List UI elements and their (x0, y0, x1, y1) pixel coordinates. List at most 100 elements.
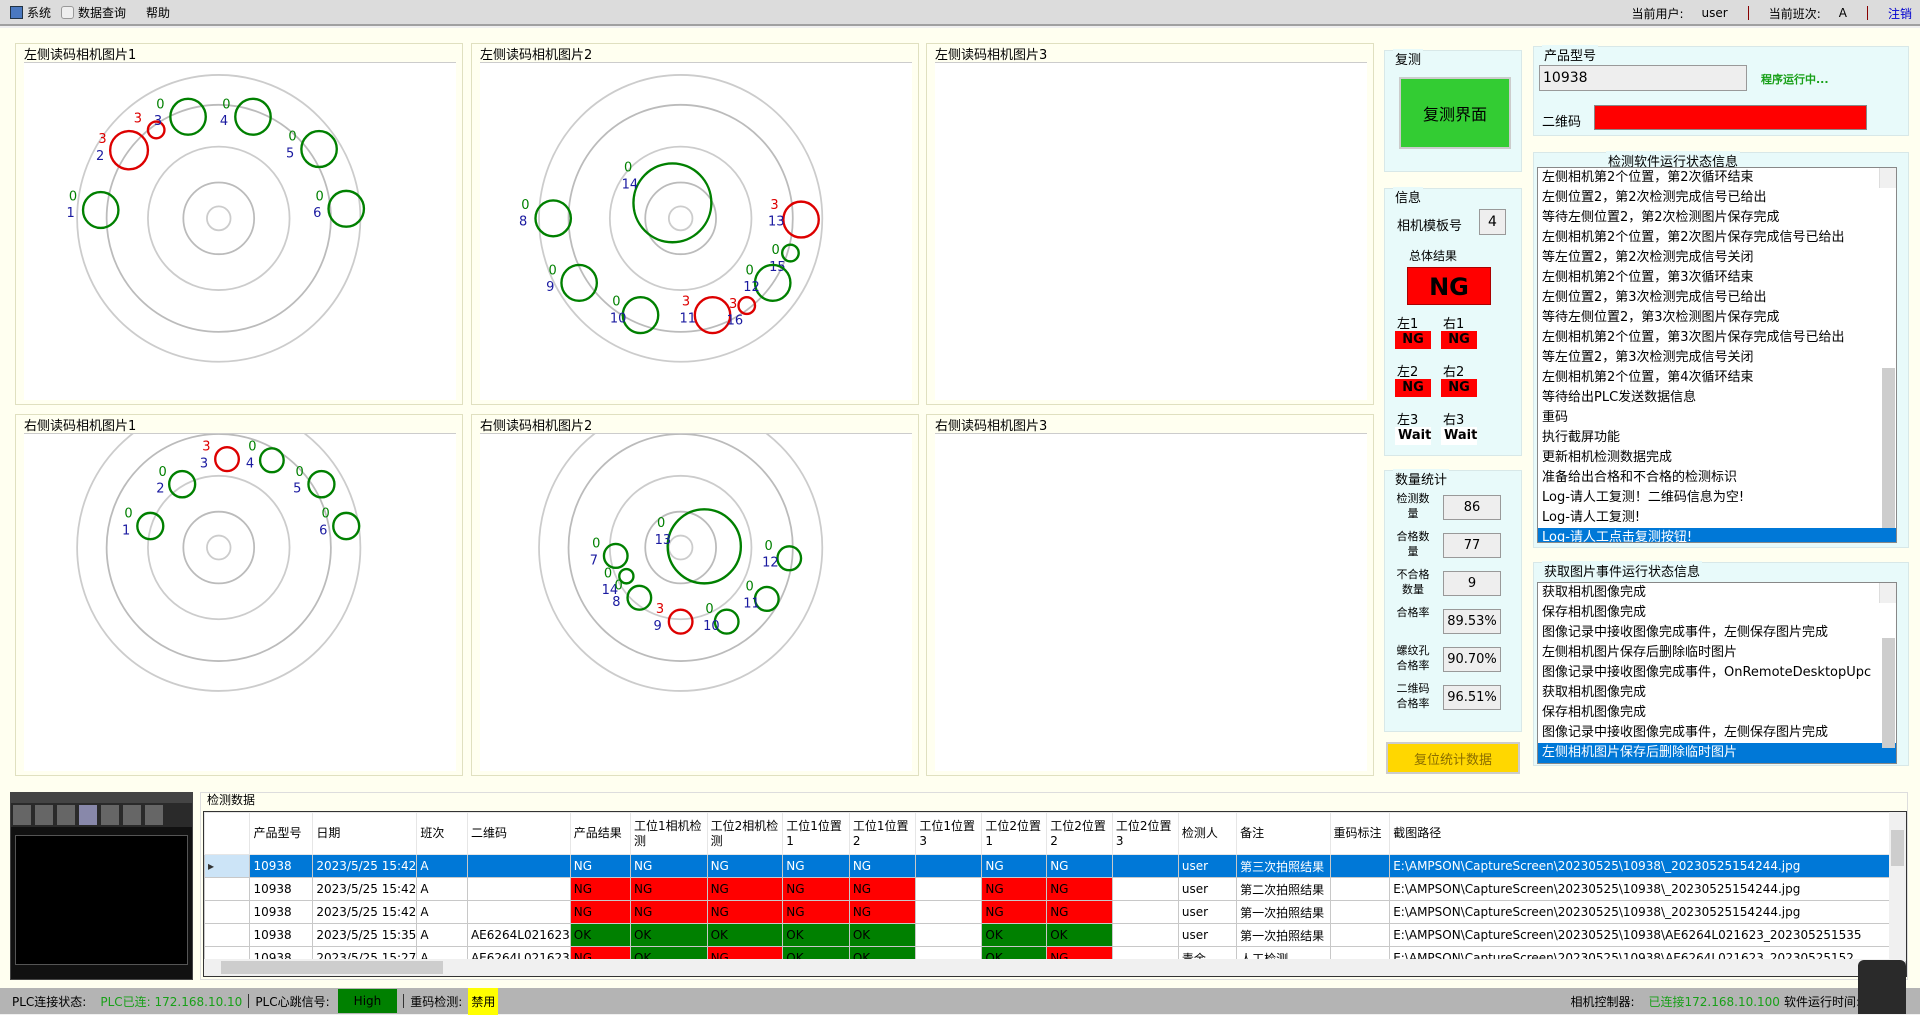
table-cell: 10938 (249, 854, 314, 878)
table-cell: NG (981, 900, 1048, 924)
log-line: Log-请人工复测！二维码信息为空! (1542, 490, 1745, 505)
table-cell: NG (706, 877, 784, 901)
stat-value: 77 (1443, 533, 1501, 558)
column-header[interactable]: 备注 (1236, 812, 1331, 855)
user-info: 当前用户: user 当前班次: A 注销 (1631, 0, 1912, 26)
hole-id-label: 8 (519, 214, 527, 229)
menu-system[interactable]: 系统 (10, 4, 51, 21)
column-header[interactable]: 日期 (312, 812, 418, 855)
stat-label: 不合格数量 (1396, 568, 1430, 596)
table-cell: OK (569, 923, 631, 947)
log-line: 左侧相机第2个位置，第4次循环结束 (1542, 370, 1754, 385)
hole-id-label: 1 (66, 206, 74, 221)
table-cell: E:\AMPSON\CaptureScreen\20230525\10938\_… (1389, 877, 1906, 901)
log-line: 等左位置2，第3次检测完成信号关闭 (1542, 350, 1754, 365)
log-line: 准备给出合格和不合格的检测标识 (1542, 470, 1738, 485)
flange-outline (182, 510, 256, 585)
table-cell: NG (848, 900, 917, 924)
column-header[interactable]: 工位2位置2 (1046, 812, 1113, 855)
menu-label: 系统 (27, 5, 52, 20)
column-header[interactable]: 工位2位置1 (981, 812, 1048, 855)
hole-marker (214, 445, 240, 473)
station-label: 左3 (1397, 413, 1419, 428)
table-cell: NG (981, 854, 1048, 878)
hole-status-label: 0 (295, 465, 303, 480)
column-header[interactable]: 产品结果 (569, 812, 631, 855)
column-header[interactable]: 工位2位置3 (1111, 812, 1179, 855)
log-scrollbar[interactable] (1879, 583, 1896, 748)
column-header[interactable]: 二维码 (466, 812, 571, 855)
column-header[interactable]: 截图路径 (1389, 812, 1906, 855)
log-line: Log-请人工点击复测按钮! (1538, 528, 1896, 542)
row-selector[interactable] (204, 923, 251, 947)
log2-list[interactable]: 获取相机图像完成 保存相机图像完成 图像记录中接收图像完成事件，左侧保存图片完成 左侧… (1537, 582, 1897, 764)
logout-link[interactable]: 注销 (1888, 5, 1912, 22)
column-header[interactable]: 班次 (416, 812, 468, 855)
retest-button-label: 复测界面 (1422, 105, 1487, 124)
stat-label: 二维码合格率 (1396, 682, 1430, 710)
table-cell: OK (706, 923, 784, 947)
row-selector[interactable] (204, 900, 251, 924)
table-cell (1111, 854, 1179, 878)
product-model-field[interactable]: 10938 (1539, 65, 1747, 91)
screen-thumbnail (10, 792, 193, 980)
column-header[interactable]: 工位1位置1 (782, 812, 850, 855)
column-header[interactable]: 重码标注 (1329, 812, 1391, 855)
table-cell (1329, 900, 1391, 924)
user-value: user (1701, 6, 1728, 20)
table-cell: NG (782, 900, 850, 924)
flange-outline (105, 103, 332, 333)
floating-widget-icon[interactable] (1858, 960, 1906, 1014)
column-header[interactable]: 工位1位置2 (848, 812, 917, 855)
table-cell: OK (782, 923, 850, 947)
shift-value: A (1838, 6, 1847, 20)
hole-status-label: 0 (612, 295, 620, 310)
horizontal-scrollbar[interactable] (204, 959, 1890, 976)
dup-check-value: 禁用 (468, 987, 499, 1015)
row-selector[interactable] (204, 877, 251, 901)
hole-status-label: 0 (156, 97, 164, 112)
menu-data-query[interactable]: 数据查询 (61, 4, 126, 21)
table-row[interactable]: ▸ 10938 2023/5/25 15:42 A NG NG NG NG NG NG NG user… (204, 854, 1906, 878)
log-line: 左侧相机第2个位置，第2次循环结束 (1542, 170, 1754, 185)
hole-status-label: 0 (604, 566, 612, 581)
camera-title: 左侧读码相机图片3 (933, 44, 1050, 63)
row-selector[interactable]: ▸ (204, 854, 251, 878)
table-cell: OK (848, 923, 917, 947)
stat-label: 检测数量 (1396, 492, 1430, 520)
table-cell (466, 854, 571, 878)
table-cell: A (416, 923, 468, 947)
log-line: 等待左侧位置2，第2次检测图片保存完成 (1542, 210, 1780, 225)
camera-title: 右侧读码相机图片3 (933, 415, 1050, 434)
reset-stats-button[interactable]: 复位统计数据 (1386, 742, 1520, 774)
hole-id-label: 8 (612, 595, 620, 610)
log-scrollbar[interactable] (1879, 168, 1896, 528)
log1-list[interactable]: 左侧相机第2个位置，第2次循环结束 左侧位置2，第2次检测完成信号已给出 等待左侧位… (1537, 167, 1897, 543)
hole-id-label: 2 (96, 149, 104, 164)
retest-button[interactable]: 复测界面 (1399, 77, 1511, 149)
inspection-data-group: 检测数据 产品型号 日期 班次 二维码 产品结果 工位1相机检测 工位2相机检测 工位1位置1… (200, 792, 1908, 980)
hole-status-label: 0 (746, 579, 754, 594)
table-row[interactable]: 10938 2023/5/25 15:42 A NG NG NG NG NG NG NG user 第… (204, 900, 1906, 924)
hole-status-label: 0 (746, 263, 754, 278)
column-header[interactable]: 产品型号 (249, 812, 314, 855)
plc-status-label: PLC连接状态: (12, 994, 87, 1009)
table-row[interactable]: 10938 2023/5/25 15:42 A NG NG NG NG NG NG NG user 第… (204, 877, 1906, 901)
camera-image: 0 13 0 7 0 14 0 8 0 12 0 11 0 10 3 9 (480, 403, 912, 771)
menu-help[interactable]: 帮助 (146, 4, 170, 21)
table-cell: user (1177, 854, 1238, 878)
camera-image (935, 433, 1367, 771)
hole-status-label: 0 (548, 263, 556, 278)
retest-title: 复测 (1393, 49, 1424, 68)
column-header[interactable]: 工位2相机检测 (706, 812, 784, 855)
user-label: 当前用户: (1631, 6, 1684, 21)
data-grid[interactable]: 产品型号 日期 班次 二维码 产品结果 工位1相机检测 工位2相机检测 工位1位置1 工位1位置… (203, 811, 1907, 977)
table-row[interactable]: 10938 2023/5/25 15:35 A AE6264L021623 OK OK OK… (204, 923, 1906, 947)
hole-status-label: 0 (321, 507, 329, 522)
column-header[interactable]: 工位1相机检测 (629, 812, 708, 855)
hole-marker (632, 162, 713, 244)
vertical-scrollbar[interactable] (1889, 812, 1906, 961)
column-header[interactable]: 检测人 (1177, 812, 1238, 855)
column-header[interactable]: 工位1位置3 (915, 812, 983, 855)
camera-image: 010233040506 (24, 403, 456, 771)
